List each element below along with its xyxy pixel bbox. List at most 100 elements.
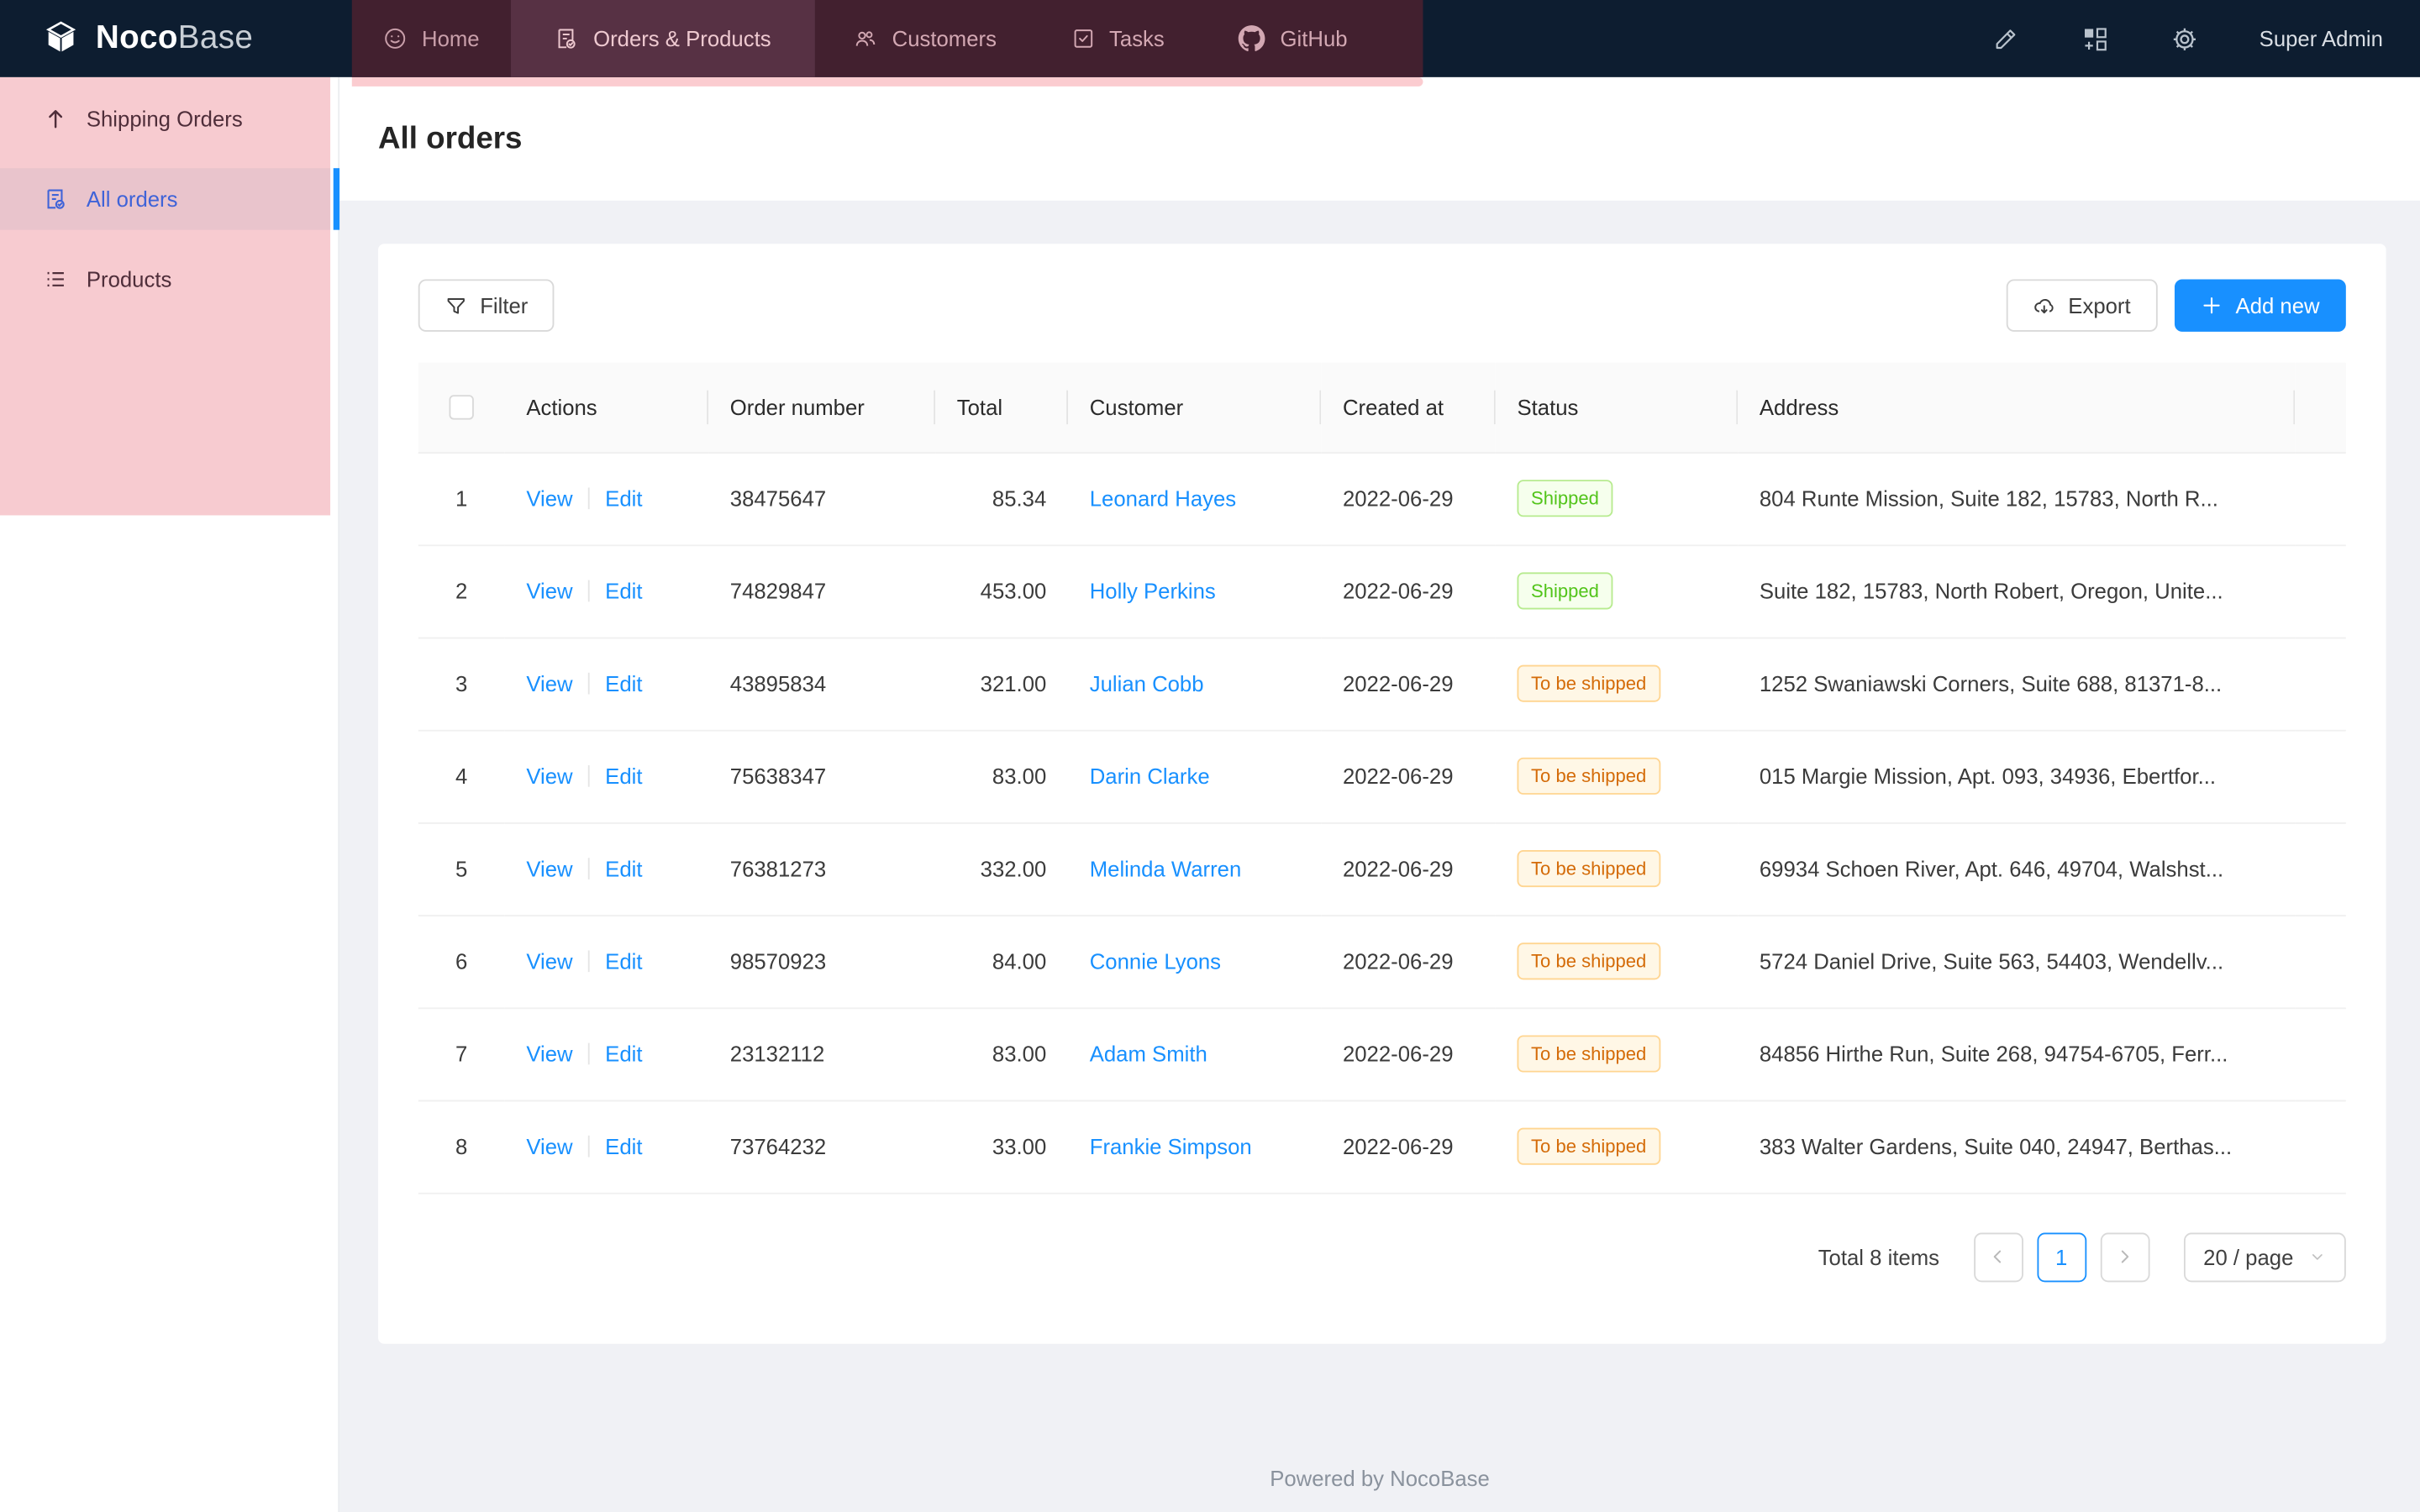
view-link[interactable]: View bbox=[526, 856, 572, 880]
sidebar-menu: Shipping Orders All orders bbox=[0, 77, 338, 310]
row-index: 8 bbox=[418, 1100, 505, 1193]
smile-icon bbox=[383, 26, 408, 50]
table-row: 6 ViewEdit 98570923 84.00 Connie Lyons 2… bbox=[418, 915, 2346, 1007]
page-1-button[interactable]: 1 bbox=[2037, 1232, 2086, 1282]
table-toolbar: Filter Export bbox=[378, 244, 2386, 362]
nocobase-logo[interactable]: NocoBase bbox=[0, 0, 352, 77]
status-badge: Shipped bbox=[1518, 572, 1613, 609]
col-header-spacer bbox=[2295, 363, 2346, 453]
customer-link[interactable]: Julian Cobb bbox=[1090, 671, 1204, 696]
filter-button[interactable]: Filter bbox=[418, 279, 555, 331]
created-at-cell: 2022-06-29 bbox=[1321, 638, 1496, 730]
customer-link[interactable]: Frankie Simpson bbox=[1090, 1134, 1252, 1158]
address-cell: 5724 Daniel Drive, Suite 563, 54403, Wen… bbox=[1738, 915, 2295, 1007]
view-link[interactable]: View bbox=[526, 1042, 572, 1066]
arrow-up-icon bbox=[43, 107, 67, 131]
table-row: 8 ViewEdit 73764232 33.00 Frankie Simpso… bbox=[418, 1100, 2346, 1193]
action-divider bbox=[588, 1136, 590, 1158]
row-index: 1 bbox=[418, 452, 505, 544]
total-cell: 332.00 bbox=[935, 822, 1068, 915]
file-done-icon bbox=[555, 26, 579, 50]
add-new-button[interactable]: Add new bbox=[2174, 279, 2346, 331]
order-number-cell: 43895834 bbox=[708, 638, 935, 730]
page-header: All orders bbox=[339, 77, 2420, 201]
nav-item-home[interactable]: Home bbox=[352, 0, 511, 77]
col-header-status: Status bbox=[1496, 363, 1738, 453]
edit-link[interactable]: Edit bbox=[605, 671, 642, 696]
customer-link[interactable]: Leonard Hayes bbox=[1090, 486, 1236, 511]
view-link[interactable]: View bbox=[526, 579, 572, 603]
main-menu: Home Orders & Products bbox=[352, 0, 1423, 77]
top-navbar: NocoBase Home bbox=[0, 0, 2420, 77]
cloud-download-icon bbox=[2033, 294, 2056, 318]
total-cell: 83.00 bbox=[935, 1007, 1068, 1100]
customer-link[interactable]: Holly Perkins bbox=[1090, 579, 1216, 603]
prev-page-button[interactable] bbox=[1973, 1232, 2023, 1282]
edit-link[interactable]: Edit bbox=[605, 1042, 642, 1066]
order-number-cell: 23132112 bbox=[708, 1007, 935, 1100]
status-badge: To be shipped bbox=[1518, 1035, 1660, 1072]
customer-link[interactable]: Melinda Warren bbox=[1090, 856, 1242, 880]
powered-by-footer: Powered by NocoBase bbox=[339, 1466, 2420, 1490]
edit-link[interactable]: Edit bbox=[605, 856, 642, 880]
order-number-cell: 74829847 bbox=[708, 544, 935, 637]
edit-link[interactable]: Edit bbox=[605, 949, 642, 974]
ui-editor-icon[interactable] bbox=[1991, 24, 2022, 55]
customer-link[interactable]: Adam Smith bbox=[1090, 1042, 1207, 1066]
created-at-cell: 2022-06-29 bbox=[1321, 915, 1496, 1007]
nav-item-orders-products[interactable]: Orders & Products bbox=[511, 0, 815, 77]
sidebar-item-products[interactable]: Products bbox=[0, 249, 338, 310]
col-header-address: Address bbox=[1738, 363, 2295, 453]
view-link[interactable]: View bbox=[526, 764, 572, 788]
action-divider bbox=[588, 580, 590, 602]
navbar-right: Super Admin bbox=[1991, 0, 2420, 77]
pagination: Total 8 items 1 20 / page bbox=[418, 1232, 2346, 1282]
customer-link[interactable]: Connie Lyons bbox=[1090, 949, 1221, 974]
nav-item-customers[interactable]: Customers bbox=[815, 0, 1034, 77]
view-link[interactable]: View bbox=[526, 1134, 572, 1158]
customer-link[interactable]: Darin Clarke bbox=[1090, 764, 1210, 788]
file-done-icon bbox=[43, 186, 67, 211]
status-badge: To be shipped bbox=[1518, 665, 1660, 702]
action-divider bbox=[588, 765, 590, 787]
sidebar-item-all-orders[interactable]: All orders bbox=[0, 168, 330, 229]
export-button[interactable]: Export bbox=[2007, 279, 2157, 331]
chevron-down-icon bbox=[2309, 1248, 2326, 1265]
view-link[interactable]: View bbox=[526, 949, 572, 974]
settings-gear-icon[interactable] bbox=[2170, 24, 2201, 55]
action-divider bbox=[588, 858, 590, 879]
orders-table-card: Filter Export bbox=[378, 244, 2386, 1344]
status-badge: To be shipped bbox=[1518, 850, 1660, 887]
view-link[interactable]: View bbox=[526, 671, 572, 696]
total-cell: 85.34 bbox=[935, 452, 1068, 544]
total-cell: 321.00 bbox=[935, 638, 1068, 730]
action-divider bbox=[588, 1043, 590, 1065]
created-at-cell: 2022-06-29 bbox=[1321, 822, 1496, 915]
app: NocoBase Home bbox=[0, 0, 2420, 1512]
edit-link[interactable]: Edit bbox=[605, 1134, 642, 1158]
row-index: 6 bbox=[418, 915, 505, 1007]
row-index: 2 bbox=[418, 544, 505, 637]
row-index: 4 bbox=[418, 730, 505, 822]
table-row: 3 ViewEdit 43895834 321.00 Julian Cobb 2… bbox=[418, 638, 2346, 730]
next-page-button[interactable] bbox=[2100, 1232, 2149, 1282]
created-at-cell: 2022-06-29 bbox=[1321, 1007, 1496, 1100]
address-cell: 804 Runte Mission, Suite 182, 15783, Nor… bbox=[1738, 452, 2295, 544]
edit-link[interactable]: Edit bbox=[605, 579, 642, 603]
check-square-icon bbox=[1071, 26, 1095, 50]
page-title: All orders bbox=[378, 121, 522, 156]
address-cell: 015 Margie Mission, Apt. 093, 34936, Ebe… bbox=[1738, 730, 2295, 822]
user-menu[interactable]: Super Admin bbox=[2260, 26, 2383, 50]
sidebar-item-shipping-orders[interactable]: Shipping Orders bbox=[0, 88, 338, 150]
edit-link[interactable]: Edit bbox=[605, 764, 642, 788]
select-all-checkbox[interactable] bbox=[449, 396, 473, 420]
nav-item-tasks[interactable]: Tasks bbox=[1034, 0, 1202, 77]
view-link[interactable]: View bbox=[526, 486, 572, 511]
edit-link[interactable]: Edit bbox=[605, 486, 642, 511]
pagination-total: Total 8 items bbox=[1818, 1244, 1939, 1268]
nav-item-github[interactable]: GitHub bbox=[1202, 0, 1385, 77]
plugin-manager-icon[interactable] bbox=[2081, 24, 2112, 55]
page-size-select[interactable]: 20 / page bbox=[2183, 1232, 2346, 1282]
status-badge: To be shipped bbox=[1518, 758, 1660, 795]
row-index: 7 bbox=[418, 1007, 505, 1100]
